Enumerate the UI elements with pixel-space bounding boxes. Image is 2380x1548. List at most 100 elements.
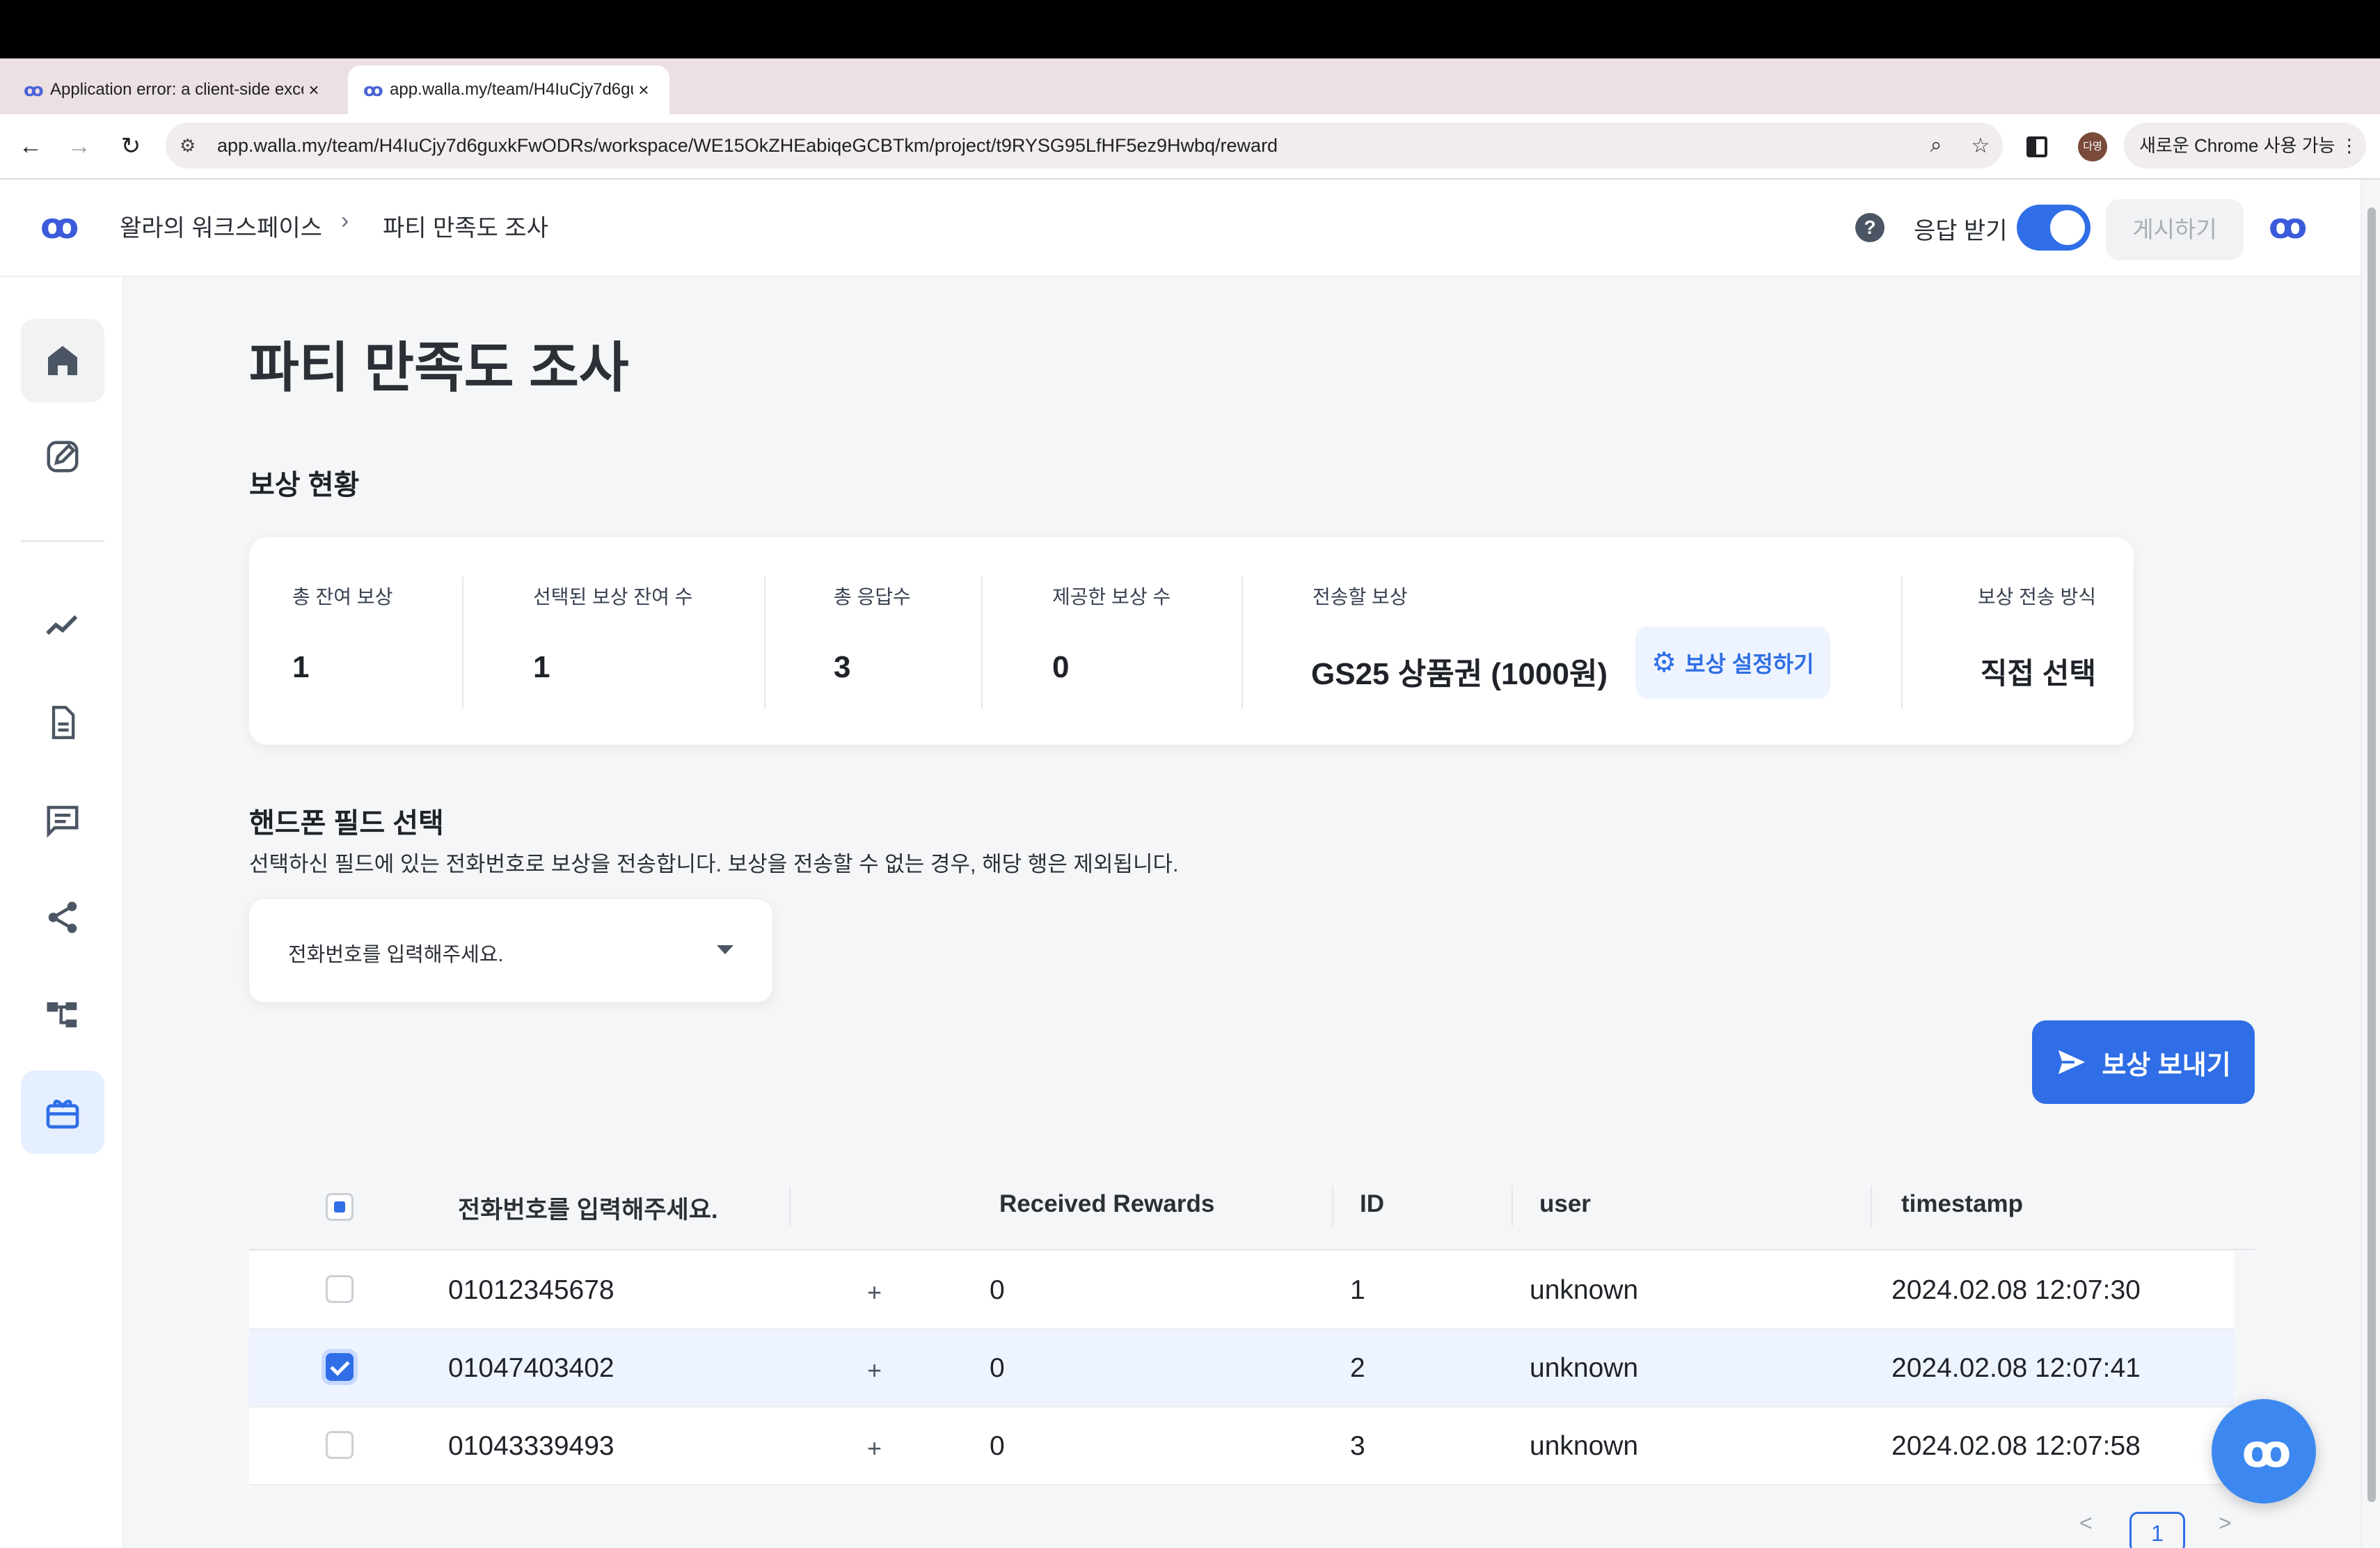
table-row[interactable]: 01047403402 + 0 2 unknown 2024.02.08 12:… <box>249 1329 2234 1407</box>
share-icon[interactable] <box>21 876 104 959</box>
url-text: app.walla.my/team/H4IuCjy7d6guxkFwODRs/w… <box>217 134 1278 156</box>
row-checkbox[interactable] <box>326 1431 354 1459</box>
breadcrumb-project[interactable]: 파티 만족도 조사 <box>383 209 548 243</box>
reward-status-card: 총 잔여 보상 1 선택된 보상 잔여 수 1 총 응답수 3 제공한 보상 수… <box>249 537 2134 745</box>
column-divider <box>789 1186 791 1226</box>
forward-arrow-icon[interactable]: → <box>60 127 99 166</box>
help-icon[interactable]: ? <box>1855 213 1885 242</box>
pagination-prev[interactable]: < <box>2079 1510 2093 1536</box>
table-row[interactable]: 01043339493 + 0 3 unknown 2024.02.08 12:… <box>249 1407 2234 1485</box>
row-checkbox[interactable] <box>326 1353 354 1381</box>
side-panel-icon[interactable] <box>2026 136 2047 157</box>
stat-value: 1 <box>533 650 550 684</box>
publish-button[interactable]: 게시하기 <box>2106 199 2244 260</box>
chevron-down-icon <box>717 945 733 954</box>
response-toggle-label: 응답 받기 <box>1914 218 2008 244</box>
left-sidebar <box>0 277 124 1548</box>
plus-icon[interactable]: + <box>867 1434 882 1463</box>
cell-phone: 01047403402 <box>448 1353 614 1383</box>
reward-icon[interactable] <box>21 1071 104 1154</box>
cell-timestamp: 2024.02.08 12:07:30 <box>1891 1275 2141 1305</box>
browser-tab-1[interactable]: ꝏ Application error: a client-side excep… <box>8 65 340 114</box>
breadcrumb-workspace[interactable]: 왈라의 워크스페이스 <box>120 209 322 243</box>
walla-favicon-icon: ꝏ <box>24 79 44 100</box>
home-icon[interactable] <box>21 319 104 402</box>
column-divider <box>1512 1186 1513 1226</box>
cell-phone: 01043339493 <box>448 1431 614 1461</box>
close-icon[interactable]: × <box>633 79 654 101</box>
cell-user: unknown <box>1530 1275 1639 1305</box>
column-header-timestamp[interactable]: timestamp <box>1901 1190 2023 1218</box>
chrome-update-button[interactable]: 새로운 Chrome 사용 가능 ⋮ <box>2124 123 2366 168</box>
close-icon[interactable]: × <box>303 79 324 101</box>
stat-divider <box>981 576 983 709</box>
reload-icon[interactable]: ↻ <box>111 127 150 166</box>
chrome-update-label: 새로운 Chrome 사용 가능 <box>2139 135 2335 156</box>
gear-icon: ⚙ <box>1651 647 1677 678</box>
select-all-checkbox[interactable] <box>326 1193 354 1221</box>
back-arrow-icon[interactable]: ← <box>11 127 50 166</box>
stat-divider <box>764 576 765 709</box>
stat-value: 1 <box>292 650 310 684</box>
cell-user: unknown <box>1530 1353 1639 1383</box>
document-icon[interactable] <box>21 681 104 764</box>
walla-chat-fab[interactable]: ꝏ <box>2212 1399 2316 1503</box>
column-header-rewards[interactable]: Received Rewards <box>999 1190 1214 1218</box>
cell-rewards: 0 <box>990 1431 1005 1461</box>
address-bar[interactable]: ⚙ app.walla.my/team/H4IuCjy7d6guxkFwODRs… <box>166 123 2003 168</box>
stat-total-remaining: 총 잔여 보상 1 <box>292 582 392 685</box>
send-reward-button[interactable]: 보상 보내기 <box>2032 1020 2255 1104</box>
cell-rewards: 0 <box>990 1353 1005 1383</box>
stat-label: 보상 전송 방식 <box>1977 586 2096 608</box>
tab-title: app.walla.my/team/H4IuCjy7d6guxkFwODRs <box>390 80 633 99</box>
stat-rewards-given: 제공한 보상 수 0 <box>1052 582 1171 685</box>
site-info-icon[interactable]: ⚙ <box>180 135 217 157</box>
column-divider <box>1871 1186 1872 1226</box>
table-header: 전화번호를 입력해주세요. Received Rewards ID user t… <box>249 1162 2255 1250</box>
phone-field-description: 선택하신 필드에 있는 전화번호로 보상을 전송합니다. 보상을 전송할 수 없… <box>249 852 1179 876</box>
table-row[interactable]: 01012345678 + 0 1 unknown 2024.02.08 12:… <box>249 1251 2234 1329</box>
zoom-icon[interactable]: ⌕ <box>1914 134 1958 157</box>
walla-logo-icon: ꝏ <box>2242 1426 2292 1476</box>
cell-phone: 01012345678 <box>448 1275 614 1305</box>
edit-icon[interactable] <box>21 415 104 498</box>
comment-icon[interactable] <box>21 778 104 862</box>
reward-settings-label: 보상 설정하기 <box>1685 651 1814 677</box>
column-header-user[interactable]: user <box>1539 1190 1591 1218</box>
bookmark-star-icon[interactable]: ☆ <box>1958 134 2003 158</box>
stat-label: 전송할 보상 <box>1312 586 1408 608</box>
analytics-icon[interactable] <box>21 583 104 667</box>
reward-settings-button[interactable]: ⚙ 보상 설정하기 <box>1635 626 1830 699</box>
browser-toolbar: ← → ↻ ⚙ app.walla.my/team/H4IuCjy7d6guxk… <box>0 114 2380 180</box>
column-header-id[interactable]: ID <box>1360 1190 1384 1218</box>
walla-logo-icon[interactable]: ꝏ <box>40 206 79 246</box>
reward-name: GS25 상품권 (1000원) <box>1311 657 1608 691</box>
pagination-current[interactable]: 1 <box>2129 1512 2185 1548</box>
page-scrollbar[interactable] <box>2361 180 2380 1548</box>
row-checkbox[interactable] <box>326 1275 354 1303</box>
responses-table: 전화번호를 입력해주세요. Received Rewards ID user t… <box>249 1162 2255 1485</box>
scroll-thumb[interactable] <box>2367 207 2376 1502</box>
stat-reward-to-send: 전송할 보상 <box>1312 582 1408 610</box>
response-toggle[interactable] <box>2017 205 2091 251</box>
phone-select-value: 전화번호를 입력해주세요. <box>288 944 504 966</box>
phone-field-title: 핸드폰 필드 선택 <box>249 808 444 839</box>
toggle-knob <box>2050 210 2085 245</box>
sidebar-divider <box>21 540 104 542</box>
plus-icon[interactable]: + <box>867 1278 882 1307</box>
column-header-phone[interactable]: 전화번호를 입력해주세요. <box>458 1190 718 1226</box>
cell-timestamp: 2024.02.08 12:07:41 <box>1891 1353 2141 1383</box>
column-divider <box>1332 1186 1333 1226</box>
plus-icon[interactable]: + <box>867 1356 882 1385</box>
phone-field-select[interactable]: 전화번호를 입력해주세요. <box>249 899 772 1002</box>
user-avatar-logo-icon[interactable]: ꝏ <box>2269 206 2307 246</box>
stat-label: 선택된 보상 잔여 수 <box>533 586 693 608</box>
cell-timestamp: 2024.02.08 12:07:58 <box>1891 1431 2141 1461</box>
cell-id: 1 <box>1350 1275 1365 1305</box>
stat-send-method: 보상 전송 방식 직접 선택 <box>1971 582 2096 693</box>
profile-avatar[interactable]: 다영 <box>2078 132 2107 161</box>
pagination-next[interactable]: > <box>2219 1510 2232 1536</box>
browser-tab-2[interactable]: ꝏ app.walla.my/team/H4IuCjy7d6guxkFwODRs… <box>348 65 669 114</box>
workflow-icon[interactable] <box>21 973 104 1057</box>
page-title: 파티 만족도 조사 <box>249 337 629 398</box>
